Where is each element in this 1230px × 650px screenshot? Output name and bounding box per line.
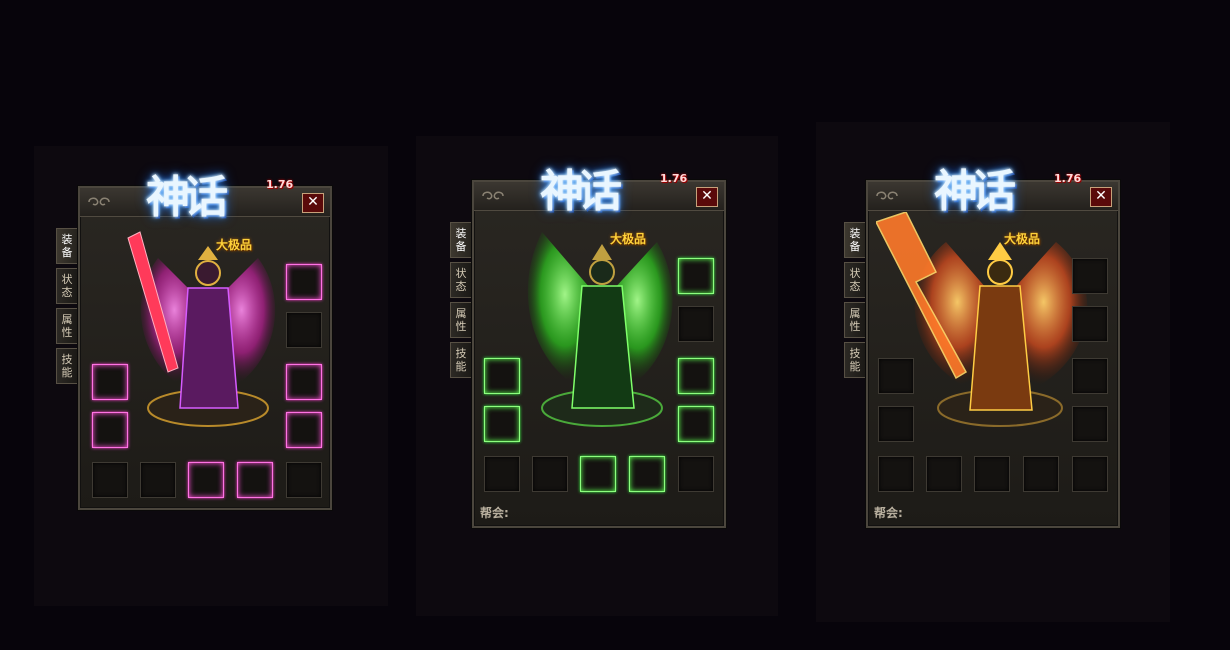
tab-equipment[interactable]: 装备: [450, 222, 471, 258]
version-label: 1.76: [1054, 172, 1082, 185]
equipment-slot-gem[interactable]: [678, 456, 714, 492]
equipment-slot-talisman[interactable]: [92, 462, 128, 498]
equipment-slot-left-bracelet[interactable]: [878, 358, 914, 394]
character-panel-gold: ✕ 神话 1.76 大极品 装备 状态 属性 技能 帮会:: [844, 166, 1120, 528]
equipment-slot-belt[interactable]: [188, 462, 224, 498]
tab-skills[interactable]: 技能: [56, 348, 77, 384]
close-button[interactable]: ✕: [1090, 187, 1112, 207]
equipment-slot-helmet[interactable]: [678, 258, 714, 294]
equipment-slot-boots[interactable]: [1023, 456, 1059, 492]
tab-equipment[interactable]: 装备: [56, 228, 77, 264]
side-tabs: 装备 状态 属性 技能: [844, 222, 866, 382]
equipment-slot-talisman[interactable]: [878, 456, 914, 492]
side-tabs: 装备 状态 属性 技能: [450, 222, 472, 382]
tab-equipment[interactable]: 装备: [844, 222, 865, 258]
guild-label: 帮会:: [874, 506, 903, 520]
tab-status[interactable]: 状态: [450, 262, 471, 298]
equipment-slot-gem[interactable]: [1072, 456, 1108, 492]
version-label: 1.76: [660, 172, 688, 185]
equipment-slot-left-bracelet[interactable]: [484, 358, 520, 394]
tab-status[interactable]: 状态: [844, 262, 865, 298]
character-panel-green: ✕ 神话 1.76 大极品 装备 状态 属性 技能 帮会:: [450, 166, 726, 528]
equipment-slot-right-ring[interactable]: [286, 412, 322, 448]
equipment-slot-medal[interactable]: [532, 456, 568, 492]
equipment-slot-right-ring[interactable]: [678, 406, 714, 442]
equipment-slot-helmet[interactable]: [1072, 258, 1108, 294]
guild-label: 帮会:: [480, 506, 509, 520]
equipment-slot-talisman[interactable]: [484, 456, 520, 492]
tab-attributes[interactable]: 属性: [56, 308, 77, 344]
equipment-slot-boots[interactable]: [237, 462, 273, 498]
tab-status[interactable]: 状态: [56, 268, 77, 304]
swirl-ornament-icon: [876, 191, 898, 200]
equipment-slot-belt[interactable]: [580, 456, 616, 492]
equipment-slot-helmet[interactable]: [286, 264, 322, 300]
equipment-slot-right-bracelet[interactable]: [678, 358, 714, 394]
tab-attributes[interactable]: 属性: [844, 302, 865, 338]
equipment-slot-belt[interactable]: [974, 456, 1010, 492]
equipment-slot-gem[interactable]: [286, 462, 322, 498]
tab-skills[interactable]: 技能: [450, 342, 471, 378]
equipment-slot-necklace[interactable]: [1072, 306, 1108, 342]
swirl-ornament-icon: [482, 191, 504, 200]
character-panel-pink: ✕ 神话 1.76 大极品 装备 状态 属性 技能: [56, 172, 332, 510]
equipment-slot-left-ring[interactable]: [92, 412, 128, 448]
equipment-slot-right-bracelet[interactable]: [1072, 358, 1108, 394]
equipment-slot-left-bracelet[interactable]: [92, 364, 128, 400]
tab-attributes[interactable]: 属性: [450, 302, 471, 338]
equipment-slot-necklace[interactable]: [678, 306, 714, 342]
equipment-slot-right-bracelet[interactable]: [286, 364, 322, 400]
equipment-slot-right-ring[interactable]: [1072, 406, 1108, 442]
equipment-slot-medal[interactable]: [926, 456, 962, 492]
close-button[interactable]: ✕: [696, 187, 718, 207]
equipment-slot-boots[interactable]: [629, 456, 665, 492]
equipment-slot-left-ring[interactable]: [878, 406, 914, 442]
close-button[interactable]: ✕: [302, 193, 324, 213]
equipment-slot-left-ring[interactable]: [484, 406, 520, 442]
side-tabs: 装备 状态 属性 技能: [56, 228, 78, 388]
equipment-slot-necklace[interactable]: [286, 312, 322, 348]
equipment-slot-medal[interactable]: [140, 462, 176, 498]
tab-skills[interactable]: 技能: [844, 342, 865, 378]
version-label: 1.76: [266, 178, 294, 191]
swirl-ornament-icon: [88, 197, 110, 206]
